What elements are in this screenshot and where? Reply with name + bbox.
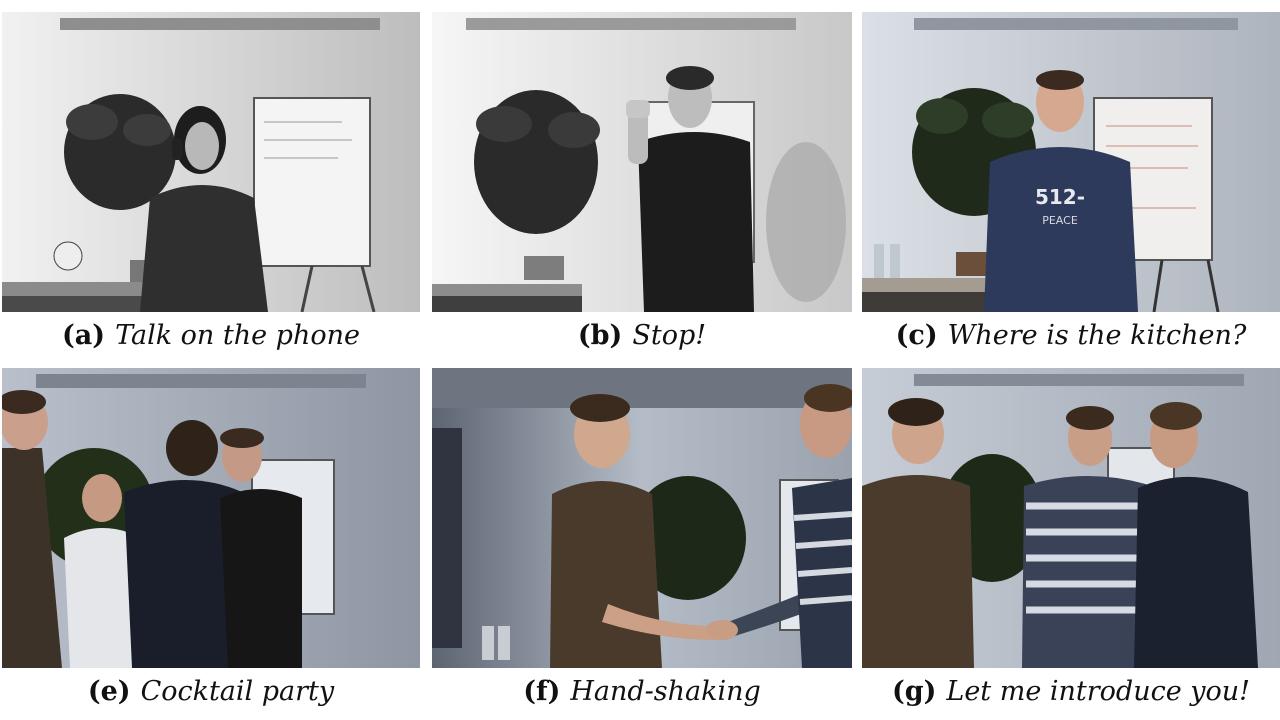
caption-tag-f: (f) [523, 676, 561, 707]
photo-scene-f [432, 368, 852, 668]
caption-g: (g) Let me introduce you! [862, 672, 1280, 712]
photo-scene-b [432, 12, 852, 312]
caption-c: (c) Where is the kitchen? [862, 316, 1280, 356]
photo-scene-g [862, 368, 1280, 668]
photo-hand-shaking [432, 368, 852, 668]
caption-text-f: Hand-shaking [570, 676, 761, 707]
shirt-print-subtext: PEACE [1042, 214, 1078, 227]
photo-scene-e [2, 368, 420, 668]
photo-cocktail-party [2, 368, 420, 668]
caption-text-a: Talk on the phone [115, 320, 360, 351]
photo-scene-a [2, 12, 420, 312]
photo-stop [432, 12, 852, 312]
caption-e: (e) Cocktail party [2, 672, 420, 712]
caption-tag-b: (b) [577, 320, 623, 351]
caption-f: (f) Hand-shaking [432, 672, 852, 712]
photo-talk-on-the-phone [2, 12, 420, 312]
caption-a: (a) Talk on the phone [2, 316, 420, 356]
caption-b: (b) Stop! [432, 316, 852, 356]
caption-tag-a: (a) [62, 320, 106, 351]
caption-text-e: Cocktail party [140, 676, 335, 707]
photo-where-is-the-kitchen: 512- PEACE [862, 12, 1280, 312]
caption-tag-c: (c) [895, 320, 938, 351]
caption-tag-e: (e) [87, 676, 131, 707]
photo-let-me-introduce-you [862, 368, 1280, 668]
caption-text-b: Stop! [632, 320, 707, 351]
photo-scene-c: 512- PEACE [862, 12, 1280, 312]
caption-text-g: Let me introduce you! [946, 676, 1251, 707]
shirt-print-text: 512- [1035, 185, 1085, 209]
caption-tag-g: (g) [891, 676, 937, 707]
caption-text-c: Where is the kitchen? [947, 320, 1247, 351]
